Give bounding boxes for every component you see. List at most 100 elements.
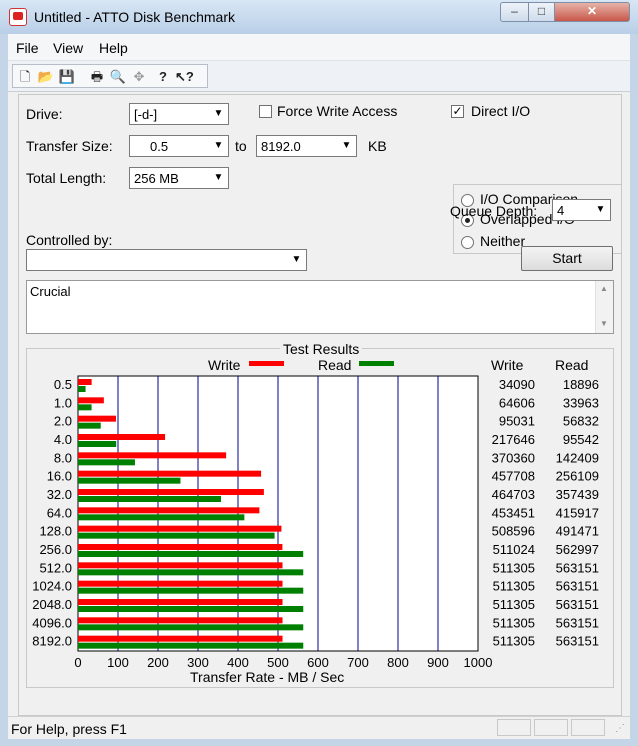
y-tick-label: 1024.0 xyxy=(32,579,72,594)
x-tick-label: 100 xyxy=(107,655,129,670)
new-icon[interactable]: 🗋 xyxy=(16,68,34,86)
open-icon[interactable]: 📂 xyxy=(37,68,55,86)
toolbar: 🗋 📂 💾 🖶 🔍 ✥ ? ↖? xyxy=(8,61,630,92)
drive-select[interactable]: [-d-] ▼ xyxy=(129,103,229,125)
resize-grip-icon[interactable]: ⋰ xyxy=(615,723,625,734)
read-bar xyxy=(78,441,117,447)
drive-value: [-d-] xyxy=(134,107,158,122)
read-value: 18896 xyxy=(563,377,599,392)
x-tick-label: 300 xyxy=(187,655,209,670)
read-bar xyxy=(78,642,304,649)
y-tick-label: 512.0 xyxy=(39,560,72,575)
legend-read-label: Read xyxy=(318,357,351,373)
read-column-header: Read xyxy=(555,357,588,373)
write-bar xyxy=(78,434,166,440)
move-icon[interactable]: ✥ xyxy=(130,68,148,86)
force-write-label: Force Write Access xyxy=(277,103,398,119)
status-pane-1 xyxy=(497,719,531,736)
minimize-button[interactable]: – xyxy=(500,2,529,22)
read-value: 56832 xyxy=(563,414,599,429)
write-bar xyxy=(78,489,264,495)
chevron-down-icon: ▼ xyxy=(288,251,305,269)
write-values: 34090 64606 95031 217646 370360 457708 464703 4… xyxy=(492,377,535,649)
write-bar xyxy=(78,617,283,624)
status-pane-2 xyxy=(534,719,568,736)
controlled-by-label: Controlled by: xyxy=(26,232,113,248)
queue-depth-select[interactable]: 4 ▼ xyxy=(552,199,611,221)
read-value: 142409 xyxy=(556,450,599,465)
print-preview-icon[interactable]: 🔍 xyxy=(109,68,127,86)
y-tick-label: 8192.0 xyxy=(32,634,72,649)
read-bar xyxy=(78,569,304,576)
write-bar xyxy=(78,580,283,587)
description-textarea[interactable]: Crucial ▲ ▼ xyxy=(26,280,614,334)
write-value: 511305 xyxy=(493,597,535,612)
neither-label: Neither xyxy=(480,233,526,249)
queue-depth-label: Queue Depth: xyxy=(450,203,538,219)
read-bar xyxy=(78,477,181,484)
read-bar xyxy=(78,606,304,612)
write-bar xyxy=(78,599,283,605)
scroll-up-icon[interactable]: ▲ xyxy=(600,284,608,293)
read-value: 563151 xyxy=(556,560,599,575)
start-button[interactable]: Start xyxy=(521,246,613,271)
read-values: 18896 33963 56832 95542 142409 256109 357439 41… xyxy=(556,377,599,649)
y-tick-label: 2048.0 xyxy=(32,597,72,612)
transfer-size-label: Transfer Size: xyxy=(26,138,113,154)
transfer-from-value: 0.5 xyxy=(150,139,169,154)
read-bar xyxy=(78,496,221,502)
write-value: 95031 xyxy=(499,414,535,429)
save-icon[interactable]: 💾 xyxy=(58,68,76,86)
write-bar xyxy=(78,525,282,532)
y-tick-label: 4096.0 xyxy=(32,615,72,630)
write-bar xyxy=(78,635,283,642)
read-value: 562997 xyxy=(556,542,599,557)
controlled-by-select[interactable]: ▼ xyxy=(26,249,307,271)
help-icon[interactable]: ? xyxy=(154,68,172,86)
settings-panel: Drive: [-d-] ▼ Force Write Access ✓ Dire… xyxy=(18,94,622,716)
write-bar xyxy=(78,544,283,550)
transfer-to-value: 8192.0 xyxy=(261,139,301,154)
write-column-header: Write xyxy=(491,357,524,373)
x-tick-label: 400 xyxy=(227,655,249,670)
y-tick-label: 4.0 xyxy=(54,432,72,447)
context-help-icon[interactable]: ↖? xyxy=(175,68,194,86)
read-value: 563151 xyxy=(556,615,599,630)
y-tick-label: 2.0 xyxy=(54,414,72,429)
print-icon[interactable]: 🖶 xyxy=(88,68,106,86)
x-tick-label: 800 xyxy=(387,655,409,670)
menu-file[interactable]: File xyxy=(16,40,39,56)
total-length-value: 256 MB xyxy=(134,171,179,186)
y-tick-label: 0.5 xyxy=(54,377,72,392)
total-length-label: Total Length: xyxy=(26,170,107,186)
force-write-checkbox[interactable] xyxy=(259,105,272,118)
read-bar xyxy=(78,624,304,631)
read-value: 491471 xyxy=(556,524,599,539)
maximize-button[interactable]: □ xyxy=(528,2,555,22)
title-bar[interactable]: Untitled - ATTO Disk Benchmark – □ ✕ xyxy=(0,0,638,34)
to-label: to xyxy=(235,138,247,154)
total-length-select[interactable]: 256 MB ▼ xyxy=(129,167,229,189)
transfer-to-select[interactable]: 8192.0 ▼ xyxy=(256,135,357,157)
write-value: 453451 xyxy=(492,505,535,520)
chevron-down-icon: ▼ xyxy=(210,169,227,187)
toolbar-group: 🗋 📂 💾 🖶 🔍 ✥ ? ↖? xyxy=(12,64,208,88)
transfer-from-select[interactable]: 0.5 ▼ xyxy=(129,135,229,157)
write-value: 370360 xyxy=(492,450,535,465)
neither-radio[interactable] xyxy=(461,236,474,249)
menu-help[interactable]: Help xyxy=(99,40,128,56)
read-value: 563151 xyxy=(556,597,599,612)
legend-write-label: Write xyxy=(208,357,241,373)
menu-view[interactable]: View xyxy=(53,40,83,56)
write-value: 64606 xyxy=(499,395,535,410)
description-scrollbar[interactable]: ▲ ▼ xyxy=(595,281,613,333)
write-value: 511305 xyxy=(493,560,535,575)
direct-io-label: Direct I/O xyxy=(471,103,531,119)
x-tick-label: 900 xyxy=(427,655,449,670)
write-bar xyxy=(78,415,117,422)
read-value: 357439 xyxy=(556,487,599,502)
direct-io-checkbox[interactable]: ✓ xyxy=(451,105,464,118)
scroll-down-icon[interactable]: ▼ xyxy=(600,319,608,328)
legend-read-swatch xyxy=(359,361,394,366)
close-button[interactable]: ✕ xyxy=(554,2,630,22)
